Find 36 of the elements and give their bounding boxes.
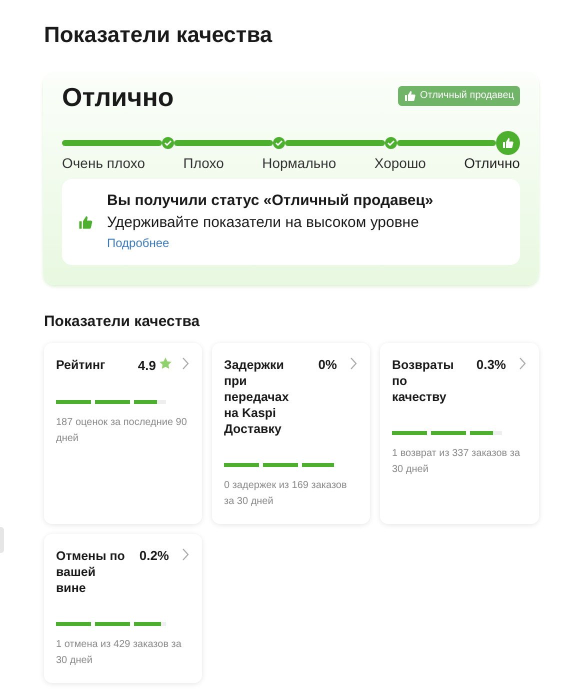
notice-text: Удерживайте показатели на высоком уровне xyxy=(107,214,420,231)
thumbs-up-icon xyxy=(78,214,93,230)
metric-note: 1 возврат из 337 заказов за 30 дней xyxy=(392,447,522,477)
metric-note: 1 отмена из 429 заказов за 30 дней xyxy=(56,638,182,668)
status-grade: Отлично xyxy=(62,82,174,113)
step-label: Плохо xyxy=(183,155,224,171)
step-label: Хорошо xyxy=(374,155,426,171)
metric-name: Задержки при передачах на Kaspi Доставку xyxy=(224,357,290,437)
metric-value: 4.9 xyxy=(138,358,156,374)
metric-note: 0 задержек из 169 заказов за 30 дней xyxy=(224,479,348,509)
step-label: Очень плохо xyxy=(62,155,146,171)
thumbs-up-icon xyxy=(502,137,514,149)
metric-card[interactable]: Задержки при передачах на Kaspi Доставку 0% 0 задержек из 169 заказов за 30 дней xyxy=(212,343,370,524)
chevron-icon[interactable] xyxy=(182,548,190,561)
more-link[interactable]: Подробнее xyxy=(107,236,170,250)
metric-note: 187 оценок за последние 90 дней xyxy=(56,416,188,446)
star-icon xyxy=(159,357,172,370)
metric-name: Рейтинг xyxy=(56,357,106,373)
page-title: Показатели качества xyxy=(44,22,274,48)
badge-label: Отличный продавец xyxy=(420,90,514,101)
step-label: Нормально xyxy=(262,155,336,171)
notice-title: Вы получили статус «Отличный продавец» xyxy=(107,192,434,209)
metric-name: Отмены по вашей вине xyxy=(56,548,126,596)
metric-card[interactable]: Рейтинг 4.9 187 оценок за последние 90 дней xyxy=(44,343,202,524)
metric-value: 0.2% xyxy=(139,548,169,564)
metric-value: 0% xyxy=(318,357,337,373)
step-label: Отлично xyxy=(464,155,520,171)
thumbs-up-icon xyxy=(404,90,416,102)
chevron-icon[interactable] xyxy=(350,357,358,370)
metric-value: 0.3% xyxy=(476,357,506,373)
section-title: Показатели качества xyxy=(44,313,201,330)
metric-card[interactable]: Отмены по вашей вине 0.2% 1 отмена из 429 заказов за 30 дней xyxy=(44,534,202,683)
metric-name: Возвраты по качеству xyxy=(392,357,455,405)
metric-card[interactable]: Возвраты по качеству 0.3% 1 возврат из 337 заказов за 30 дней xyxy=(380,343,539,524)
chevron-icon[interactable] xyxy=(519,357,527,370)
chevron-icon[interactable] xyxy=(182,357,190,370)
